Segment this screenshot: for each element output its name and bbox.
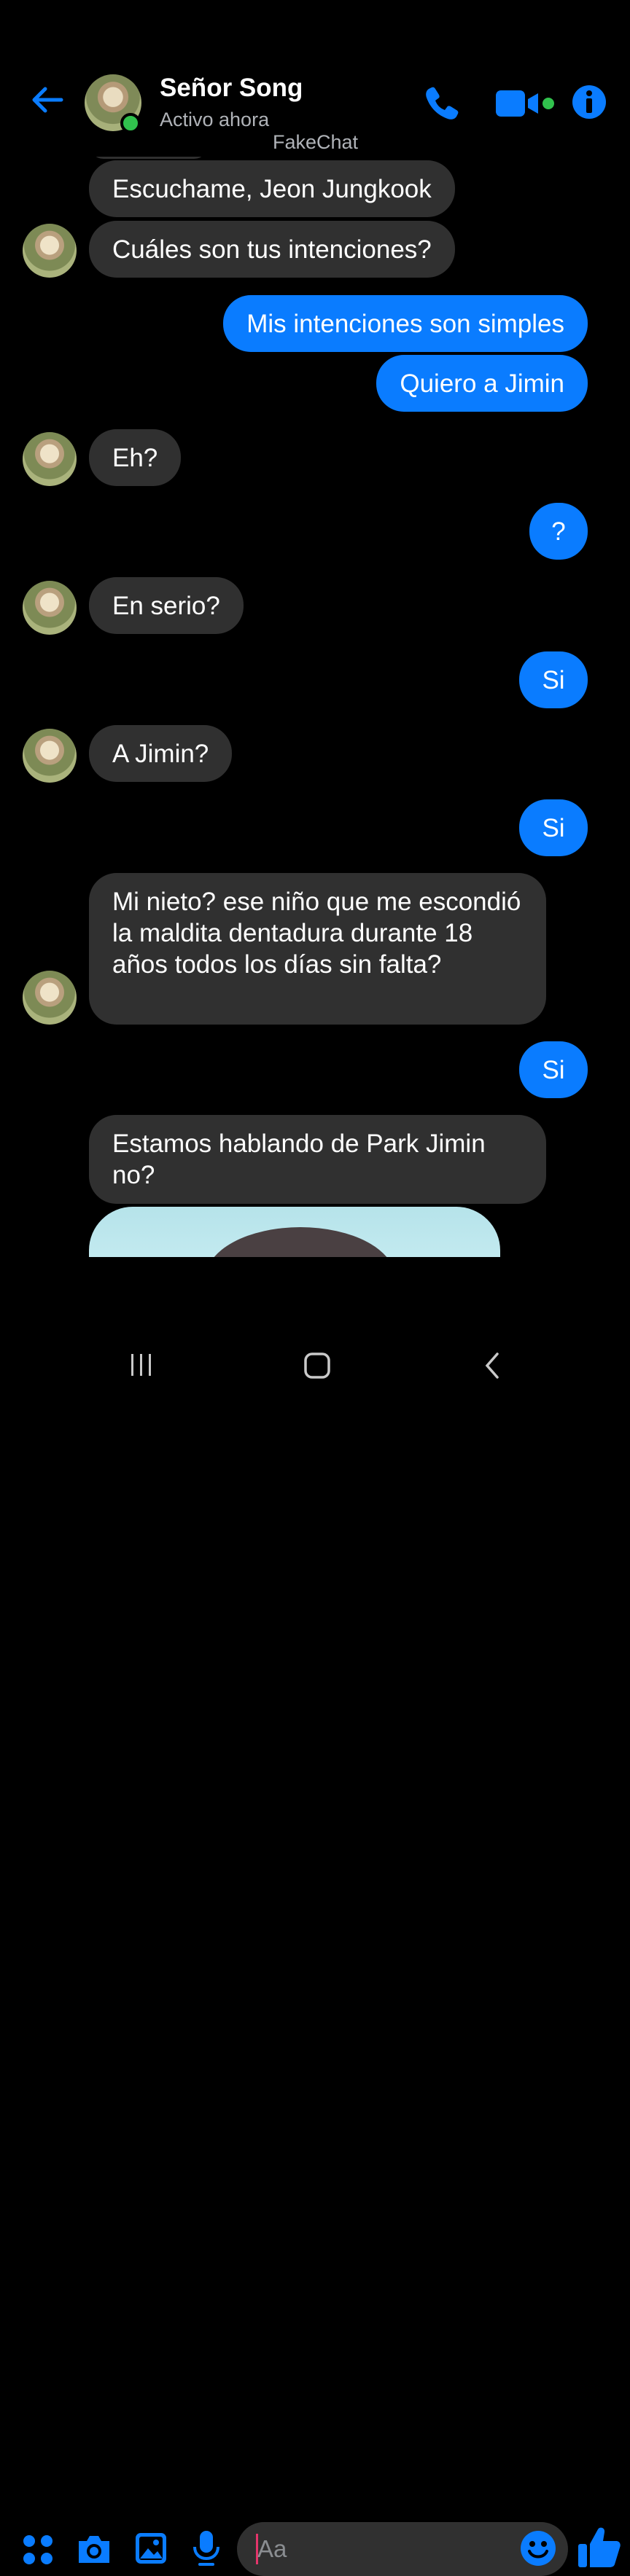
contact-avatar[interactable] <box>23 581 77 635</box>
microphone-icon[interactable] <box>191 2529 222 2567</box>
message-bubble-incoming[interactable]: Eh? <box>89 429 182 486</box>
message-bubble-incoming[interactable]: Cuáles son tus intenciones? <box>89 221 455 278</box>
message-thread[interactable]: Escuchame, Jeon Jungkook Cuáles son tus … <box>0 0 630 1257</box>
message-bubble-incoming[interactable]: A Jimin? <box>89 725 233 782</box>
watermark: FakeChat <box>273 131 359 153</box>
contact-name[interactable]: Señor Song <box>160 74 303 103</box>
message-bubble-incoming[interactable]: Estamos hablando de Park Jimin no? <box>89 1115 546 1204</box>
message-input-placeholder: Aa <box>257 2535 287 2562</box>
photo-subject <box>206 1227 395 1257</box>
video-camera-icon[interactable] <box>494 87 560 120</box>
thumbs-up-icon[interactable] <box>576 2524 623 2570</box>
camera-icon[interactable] <box>76 2532 112 2566</box>
online-indicator <box>120 113 141 133</box>
recent-apps-icon[interactable] <box>128 1352 155 1378</box>
message-bubble-outgoing[interactable]: Mis intenciones son simples <box>223 295 588 352</box>
back-arrow-icon[interactable] <box>29 82 66 118</box>
contact-avatar[interactable] <box>23 729 77 783</box>
image-message[interactable] <box>89 1207 500 1257</box>
system-navigation-bar <box>0 1334 630 1399</box>
message-bubble-incoming[interactable]: Mi nieto? ese niño que me escondió la ma… <box>89 873 546 1025</box>
message-bubble-outgoing[interactable]: Si <box>519 799 588 856</box>
home-icon[interactable] <box>303 1351 332 1380</box>
composer-bar: Aa <box>0 1257 630 2576</box>
message-bubble-incoming[interactable]: Escuchame, Jeon Jungkook <box>89 160 455 217</box>
message-bubble-outgoing[interactable]: Si <box>519 1041 588 1098</box>
chat-header: Señor Song Activo ahora FakeChat <box>0 0 630 157</box>
message-bubble-incoming[interactable]: En serio? <box>89 577 244 634</box>
contact-avatar[interactable] <box>23 971 77 1025</box>
emoji-icon[interactable] <box>519 2529 557 2567</box>
info-icon[interactable] <box>571 84 607 120</box>
message-bubble-outgoing[interactable]: ? <box>529 503 588 560</box>
contact-avatar[interactable] <box>23 224 77 278</box>
message-bubble-outgoing[interactable]: Quiero a Jimin <box>376 355 588 412</box>
back-nav-icon[interactable] <box>481 1351 503 1380</box>
message-bubble-outgoing[interactable]: Si <box>519 651 588 708</box>
active-status: Activo ahora <box>160 109 270 130</box>
phone-icon[interactable] <box>421 83 462 124</box>
gallery-icon[interactable] <box>133 2531 168 2566</box>
apps-grid-icon[interactable] <box>22 2534 54 2566</box>
contact-avatar[interactable] <box>23 432 77 486</box>
